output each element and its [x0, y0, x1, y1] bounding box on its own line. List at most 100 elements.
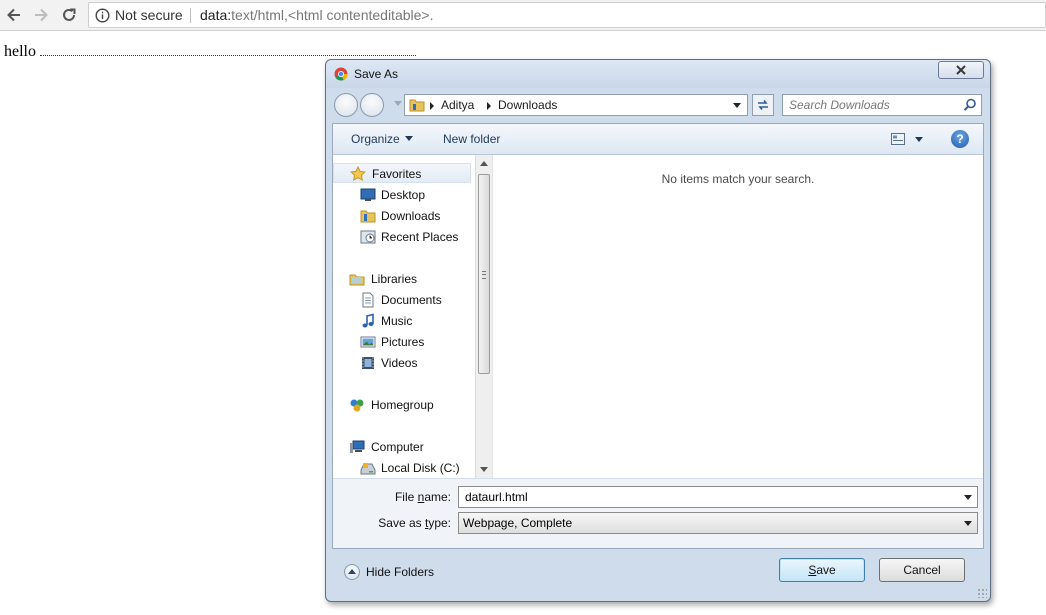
computer-icon	[350, 440, 365, 453]
nav-label-homegroup: Homegroup	[371, 398, 434, 412]
libraries-icon	[349, 274, 365, 286]
reload-button[interactable]	[58, 4, 80, 26]
nav-item-music[interactable]: Music	[333, 311, 471, 331]
nav-item-favorites[interactable]: Favorites	[333, 163, 471, 183]
resize-grip-icon[interactable]	[977, 588, 987, 598]
documents-icon	[362, 292, 374, 308]
file-list[interactable]: No items match your search.	[492, 155, 983, 478]
search-input[interactable]: Search Downloads	[782, 94, 982, 116]
path-dropdown-icon[interactable]	[733, 103, 741, 108]
nav-label-videos: Videos	[381, 356, 418, 370]
url-path: text/html,<html contenteditable>.	[231, 7, 434, 23]
dialog-title: Save As	[354, 67, 399, 81]
omnibox-separator	[190, 8, 191, 23]
dialog-address-row: Aditya Downloads Search Downloads	[332, 92, 984, 118]
breadcrumb-arrow-icon[interactable]	[430, 102, 434, 110]
star-icon	[350, 166, 366, 181]
chevron-down-icon[interactable]	[964, 521, 972, 526]
url-text[interactable]: data:text/html,<html contenteditable>.	[200, 7, 433, 23]
downloads-folder-icon	[360, 210, 376, 223]
empty-results-message: No items match your search.	[661, 172, 815, 186]
browser-toolbar: Not secure data:text/html,<html contente…	[0, 0, 1046, 31]
save-label: ave	[816, 563, 836, 577]
breadcrumb-downloads[interactable]: Downloads	[498, 98, 557, 112]
forward-button[interactable]	[30, 4, 52, 26]
organize-menu[interactable]: Organize	[351, 132, 413, 146]
save-type-label-prefix: Save as	[378, 516, 425, 530]
breadcrumb-aditya[interactable]: Aditya	[441, 98, 474, 112]
scroll-down-arrow-icon[interactable]	[480, 467, 488, 472]
scroll-up-arrow-icon[interactable]	[480, 161, 488, 166]
nav-item-desktop[interactable]: Desktop	[333, 185, 471, 205]
refresh-button[interactable]	[752, 94, 774, 116]
save-type-value: Webpage, Complete	[463, 516, 573, 530]
nav-label-pictures: Pictures	[381, 335, 425, 349]
chevron-down-icon	[404, 136, 413, 141]
nav-label-music: Music	[381, 314, 413, 328]
dialog-forward-button[interactable]	[360, 93, 384, 117]
dialog-back-button[interactable]	[334, 93, 358, 117]
back-button[interactable]	[3, 4, 25, 26]
editable-page-text[interactable]: hello	[4, 43, 36, 61]
file-name-label-prefix: File	[394, 490, 418, 504]
organize-label: Organize	[351, 132, 400, 146]
nav-item-local-disk[interactable]: Local Disk (C:)	[333, 458, 471, 478]
save-type-label-suffix: ype:	[428, 516, 451, 530]
nav-label-documents: Documents	[381, 293, 442, 307]
nav-item-recent-places[interactable]: Recent Places	[333, 227, 471, 247]
save-accel: S	[808, 563, 817, 577]
music-icon	[362, 313, 374, 328]
dialog-close-button[interactable]	[938, 61, 984, 79]
view-options-dropdown[interactable]	[915, 137, 923, 142]
change-view-icon[interactable]	[891, 133, 905, 145]
address-bar[interactable]: Not secure data:text/html,<html contente…	[88, 2, 1046, 28]
save-type-select[interactable]: Webpage, Complete	[458, 512, 978, 534]
dialog-back-forward	[334, 92, 392, 118]
nav-item-documents[interactable]: Documents	[333, 290, 471, 310]
save-button[interactable]: Save	[779, 558, 865, 582]
url-scheme: data:	[200, 7, 232, 23]
homegroup-icon	[350, 399, 364, 412]
folder-path-bar[interactable]: Aditya Downloads	[404, 94, 748, 116]
recent-locations-dropdown[interactable]	[394, 101, 402, 106]
grip-icon	[482, 271, 486, 279]
nav-label-downloads: Downloads	[381, 209, 441, 223]
reload-icon	[63, 8, 76, 21]
navigation-pane: Favorites Desktop Downloads Recent Place…	[333, 155, 475, 478]
nav-item-homegroup[interactable]: Homegroup	[333, 395, 471, 415]
videos-icon	[362, 357, 374, 369]
breadcrumb-arrow-icon[interactable]	[487, 102, 491, 110]
dialog-titlebar[interactable]: Save As	[326, 60, 990, 88]
file-browser-panel: Organize New folder ? Favorites Desktop …	[332, 123, 984, 549]
chevron-down-icon[interactable]	[964, 495, 972, 500]
new-folder-button[interactable]: New folder	[443, 132, 500, 146]
nav-item-videos[interactable]: Videos	[333, 353, 471, 373]
file-name-label-suffix: ame:	[424, 490, 451, 504]
back-arrow-icon	[7, 8, 20, 22]
search-icon[interactable]	[963, 98, 977, 112]
nav-item-libraries[interactable]: Libraries	[333, 269, 471, 289]
file-name-label: File name:	[333, 490, 451, 504]
chrome-logo-icon	[334, 67, 348, 81]
nav-item-pictures[interactable]: Pictures	[333, 332, 471, 352]
help-icon[interactable]: ?	[951, 130, 969, 148]
security-status[interactable]: Not secure	[115, 7, 183, 23]
nav-item-downloads[interactable]: Downloads	[333, 206, 471, 226]
scrollbar-thumb[interactable]	[478, 174, 490, 374]
nav-label-recent-places: Recent Places	[381, 230, 459, 244]
file-fields: File name: dataurl.html Save as type: We…	[333, 478, 983, 548]
info-icon[interactable]	[95, 8, 110, 23]
forward-arrow-icon	[35, 8, 48, 22]
refresh-icon	[758, 100, 768, 110]
navigation-scrollbar[interactable]	[475, 155, 492, 478]
file-name-field[interactable]: dataurl.html	[458, 486, 978, 508]
desktop-icon	[360, 188, 376, 201]
local-disk-icon	[360, 463, 376, 475]
dotted-underline	[40, 55, 416, 56]
nav-label-desktop: Desktop	[381, 188, 426, 202]
command-bar: Organize New folder ?	[333, 124, 983, 155]
cancel-button[interactable]: Cancel	[879, 558, 965, 582]
hide-folders-label: Hide Folders	[366, 565, 435, 579]
save-as-dialog: Save As Aditya Downloads Search Download…	[325, 59, 991, 602]
nav-item-computer[interactable]: Computer	[333, 437, 471, 457]
